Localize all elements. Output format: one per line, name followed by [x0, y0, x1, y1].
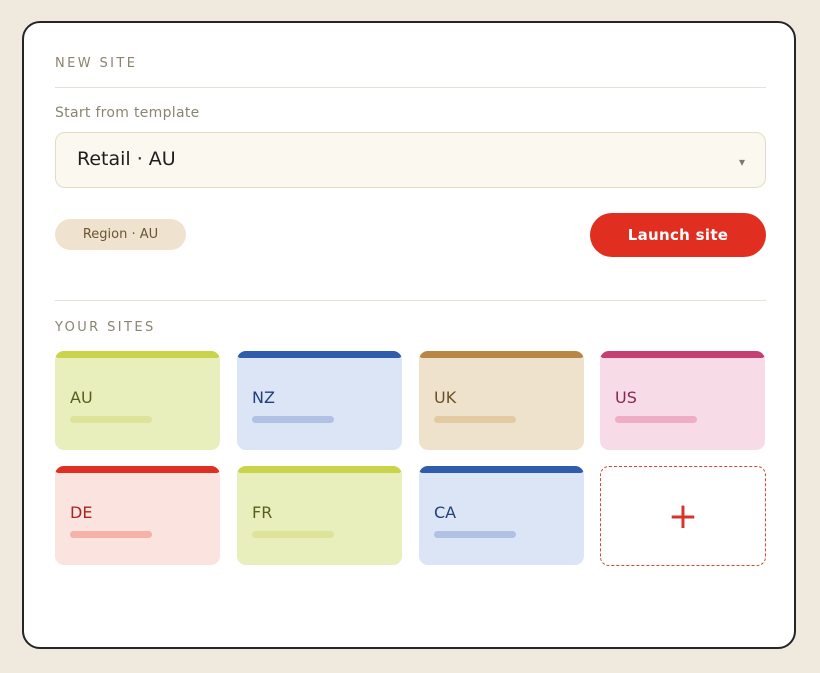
tile-placeholder-line	[70, 416, 152, 423]
site-code: FR	[252, 503, 273, 522]
add-site-button[interactable]: +	[600, 466, 766, 566]
launch-site-button[interactable]: Launch site	[590, 213, 766, 257]
site-code: DE	[70, 503, 93, 522]
tile-accent-bar	[55, 351, 220, 358]
tile-placeholder-line	[615, 416, 697, 423]
tile-accent-bar	[55, 466, 220, 473]
your-sites-heading: YOUR SITES	[55, 320, 156, 335]
template-select-value: Retail · AU	[77, 148, 176, 170]
tile-accent-bar	[237, 351, 402, 358]
tile-accent-bar	[419, 351, 584, 358]
tile-placeholder-line	[252, 531, 334, 538]
site-code: CA	[434, 503, 457, 522]
tile-accent-bar	[600, 351, 765, 358]
region-badge: Region · AU	[55, 219, 186, 250]
tile-placeholder-line	[434, 531, 516, 538]
site-tile[interactable]: US	[600, 351, 765, 450]
tile-placeholder-line	[434, 416, 516, 423]
site-code: UK	[434, 388, 457, 407]
divider	[55, 87, 766, 88]
tile-placeholder-line	[70, 531, 152, 538]
template-select[interactable]: Retail · AU ▾	[55, 132, 766, 188]
site-tile[interactable]: FR	[237, 466, 402, 565]
new-site-card: NEW SITE Start from template Retail · AU…	[22, 21, 796, 649]
tile-accent-bar	[237, 466, 402, 473]
template-field-label: Start from template	[55, 105, 200, 121]
new-site-heading: NEW SITE	[55, 56, 138, 71]
chevron-down-icon: ▾	[738, 155, 745, 169]
site-code: NZ	[252, 388, 275, 407]
site-tile[interactable]: DE	[55, 466, 220, 565]
tile-accent-bar	[419, 466, 584, 473]
site-tile[interactable]: UK	[419, 351, 584, 450]
tile-placeholder-line	[252, 416, 334, 423]
divider	[55, 300, 766, 301]
site-code: AU	[70, 388, 93, 407]
plus-icon: +	[667, 496, 699, 537]
site-tile[interactable]: AU	[55, 351, 220, 450]
site-code: US	[615, 388, 637, 407]
site-tile[interactable]: NZ	[237, 351, 402, 450]
site-tile[interactable]: CA	[419, 466, 584, 565]
